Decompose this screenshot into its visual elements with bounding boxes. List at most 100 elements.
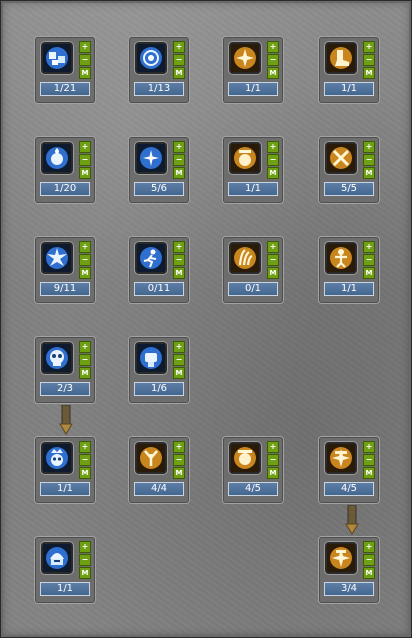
increase-button[interactable]: +	[363, 241, 375, 253]
decrease-button[interactable]: −	[173, 54, 185, 66]
increase-button[interactable]: +	[173, 441, 185, 453]
gold-figure-icon[interactable]	[325, 242, 357, 274]
master-button[interactable]: M	[173, 467, 185, 479]
decrease-button[interactable]: −	[363, 254, 375, 266]
skill-slot: + − M 4/4	[129, 437, 189, 503]
gold-burst-icon[interactable]	[229, 42, 261, 74]
master-button[interactable]: M	[267, 167, 279, 179]
prerequisite-arrow	[345, 504, 359, 539]
decrease-button[interactable]: −	[173, 354, 185, 366]
skill-level: 5/6	[134, 182, 184, 196]
skill-slot: + − M 1/1	[223, 37, 283, 103]
decrease-button[interactable]: −	[79, 54, 91, 66]
skill-slot: + − M 1/1	[35, 437, 95, 503]
skill-level: 9/11	[40, 282, 90, 296]
decrease-button[interactable]: −	[79, 154, 91, 166]
blue-runner-icon[interactable]	[135, 242, 167, 274]
blue-skull-crown-icon[interactable]	[41, 442, 73, 474]
skill-level: 1/1	[40, 482, 90, 496]
increase-button[interactable]: +	[363, 541, 375, 553]
increase-button[interactable]: +	[79, 341, 91, 353]
decrease-button[interactable]: −	[267, 254, 279, 266]
increase-button[interactable]: +	[79, 41, 91, 53]
decrease-button[interactable]: −	[363, 154, 375, 166]
increase-button[interactable]: +	[363, 41, 375, 53]
gold-hp-burst-icon[interactable]	[325, 442, 357, 474]
increase-button[interactable]: +	[173, 241, 185, 253]
increase-button[interactable]: +	[267, 41, 279, 53]
decrease-button[interactable]: −	[173, 154, 185, 166]
master-button[interactable]: M	[79, 67, 91, 79]
decrease-button[interactable]: −	[79, 454, 91, 466]
increase-button[interactable]: +	[173, 41, 185, 53]
gold-mp-icon[interactable]	[325, 542, 357, 574]
gold-cross-icon[interactable]	[325, 142, 357, 174]
master-button[interactable]: M	[79, 267, 91, 279]
gold-atk-icon[interactable]	[229, 442, 261, 474]
increase-button[interactable]: +	[79, 441, 91, 453]
master-button[interactable]: M	[363, 267, 375, 279]
increase-button[interactable]: +	[79, 141, 91, 153]
skill-slot: + − M 1/6	[129, 337, 189, 403]
blue-orb-icon[interactable]	[41, 142, 73, 174]
decrease-button[interactable]: −	[79, 554, 91, 566]
increase-button[interactable]: +	[363, 141, 375, 153]
blue-helm-icon[interactable]	[41, 542, 73, 574]
blue-sparkle-icon[interactable]	[135, 142, 167, 174]
master-button[interactable]: M	[363, 567, 375, 579]
skill-slot: + − M 1/1	[35, 537, 95, 603]
increase-button[interactable]: +	[267, 141, 279, 153]
skill-slot: + − M 1/13	[129, 37, 189, 103]
skill-level: 1/20	[40, 182, 90, 196]
master-button[interactable]: M	[363, 467, 375, 479]
master-button[interactable]: M	[79, 367, 91, 379]
master-button[interactable]: M	[173, 67, 185, 79]
master-button[interactable]: M	[173, 367, 185, 379]
decrease-button[interactable]: −	[79, 254, 91, 266]
gold-claw-icon[interactable]	[229, 242, 261, 274]
decrease-button[interactable]: −	[363, 54, 375, 66]
blue-fist-icon[interactable]	[135, 342, 167, 374]
decrease-button[interactable]: −	[267, 54, 279, 66]
blue-burst-icon[interactable]	[41, 242, 73, 274]
master-button[interactable]: M	[173, 167, 185, 179]
skill-level: 1/1	[40, 582, 90, 596]
decrease-button[interactable]: −	[79, 354, 91, 366]
increase-button[interactable]: +	[267, 441, 279, 453]
blue-skull-icon[interactable]	[41, 342, 73, 374]
decrease-button[interactable]: −	[173, 454, 185, 466]
master-button[interactable]: M	[173, 267, 185, 279]
increase-button[interactable]: +	[79, 241, 91, 253]
decrease-button[interactable]: −	[363, 454, 375, 466]
skill-level: 1/21	[40, 82, 90, 96]
increase-button[interactable]: +	[267, 241, 279, 253]
skill-slot: + − M 1/21	[35, 37, 95, 103]
skill-slot: + − M 4/5	[223, 437, 283, 503]
master-button[interactable]: M	[363, 67, 375, 79]
skill-slot: + − M 0/11	[129, 237, 189, 303]
decrease-button[interactable]: −	[363, 554, 375, 566]
master-button[interactable]: M	[79, 167, 91, 179]
gold-figure-icon[interactable]	[135, 442, 167, 474]
master-button[interactable]: M	[267, 67, 279, 79]
master-button[interactable]: M	[267, 267, 279, 279]
increase-button[interactable]: +	[363, 441, 375, 453]
master-button[interactable]: M	[267, 467, 279, 479]
master-button[interactable]: M	[363, 167, 375, 179]
skill-slot: + − M 0/1	[223, 237, 283, 303]
master-button[interactable]: M	[79, 467, 91, 479]
increase-button[interactable]: +	[173, 341, 185, 353]
blue-target-shield-icon[interactable]	[135, 42, 167, 74]
increase-button[interactable]: +	[79, 541, 91, 553]
decrease-button[interactable]: −	[267, 454, 279, 466]
skill-level: 1/13	[134, 82, 184, 96]
skill-level: 1/1	[324, 282, 374, 296]
gold-boot-icon[interactable]	[325, 42, 357, 74]
decrease-button[interactable]: −	[173, 254, 185, 266]
increase-button[interactable]: +	[173, 141, 185, 153]
blue-cubes-icon[interactable]	[41, 42, 73, 74]
decrease-button[interactable]: −	[267, 154, 279, 166]
gold-atk-icon[interactable]	[229, 142, 261, 174]
skill-tree-panel: + − M 1/21 + − M 1/13 + − M 1/1 + − M 1/…	[0, 0, 412, 638]
master-button[interactable]: M	[79, 567, 91, 579]
